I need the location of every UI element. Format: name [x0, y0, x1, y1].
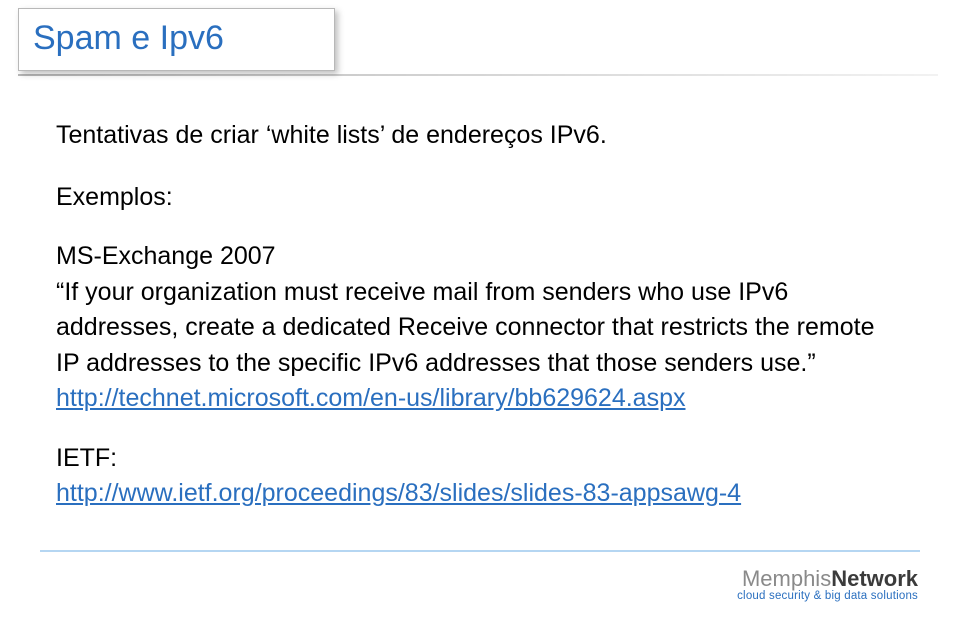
footer-logo: MemphisNetwork cloud security & big data…	[737, 566, 918, 602]
title-underline	[18, 74, 938, 76]
exchange-quote-text: If your organization must receive mail f…	[56, 278, 874, 377]
ietf-block: IETF: http://www.ietf.org/proceedings/83…	[56, 441, 876, 512]
subtitle-line: Tentativas de criar white lists de ender…	[56, 118, 876, 154]
logo-right: Network	[831, 566, 918, 591]
title-box: Spam e Ipv6	[18, 8, 335, 71]
subtitle-prefix: Tentativas de criar	[56, 121, 266, 149]
exchange-link[interactable]: http://technet.microsoft.com/en-us/libra…	[56, 384, 686, 412]
ietf-label: IETF:	[56, 441, 876, 477]
exchange-quote-block: If your organization must receive mail f…	[56, 275, 876, 417]
slide-body: Tentativas de criar white lists de ender…	[56, 118, 876, 512]
ietf-link[interactable]: http://www.ietf.org/proceedings/83/slide…	[56, 479, 741, 507]
slide-title: Spam e Ipv6	[33, 19, 224, 57]
logo-tagline: cloud security & big data solutions	[737, 590, 918, 602]
logo-wordmark: MemphisNetwork	[737, 566, 918, 592]
subtitle-suffix: de endereços IPv6.	[384, 121, 606, 149]
exchange-header: MS-Exchange 2007	[56, 239, 876, 275]
examples-label: Exemplos:	[56, 180, 876, 216]
footer-divider	[40, 550, 920, 552]
slide: Spam e Ipv6 Tentativas de criar white li…	[0, 0, 960, 630]
close-double-quote-icon	[807, 349, 815, 377]
subtitle-quoted: white lists	[271, 121, 379, 149]
logo-left: Memphis	[742, 566, 831, 591]
